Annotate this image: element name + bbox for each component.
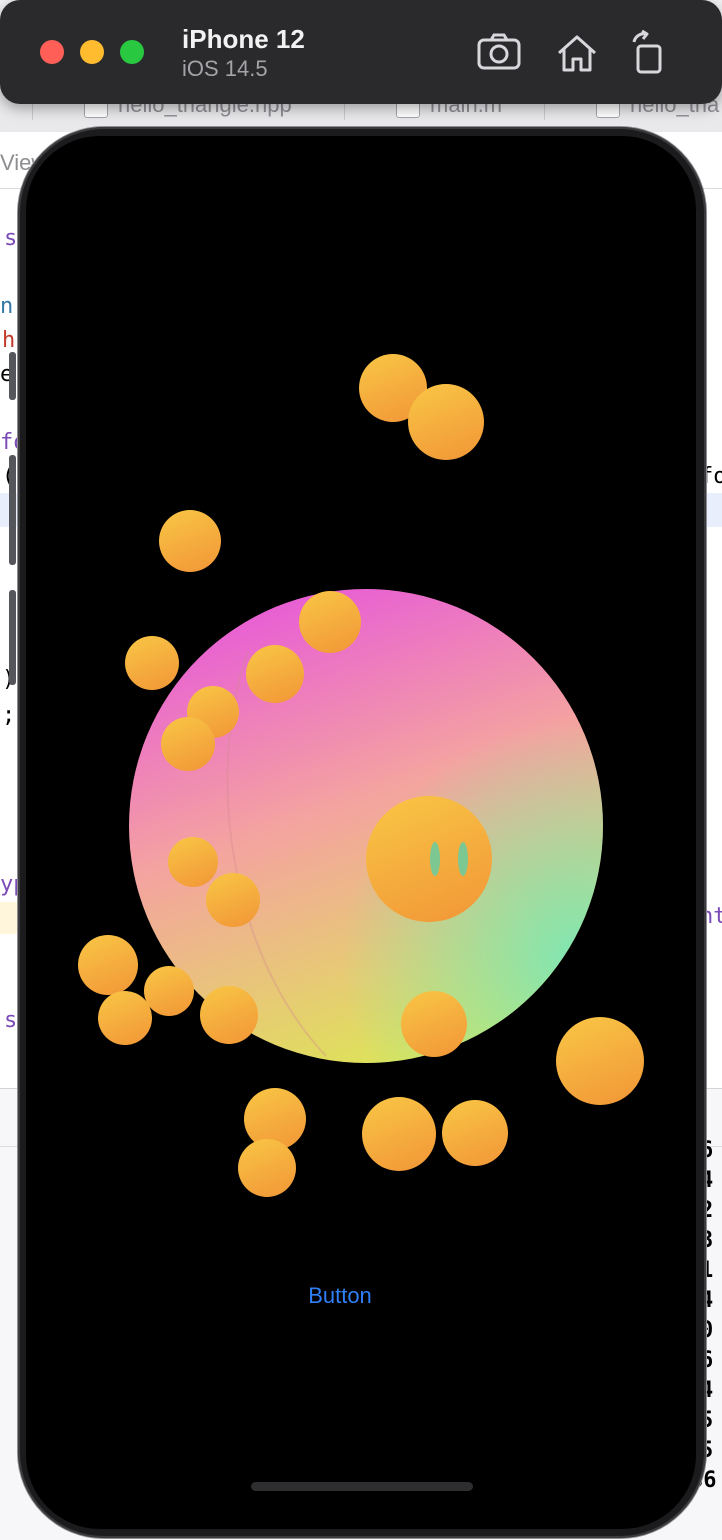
- gutter-marker: [9, 455, 16, 565]
- gutter-marker: [9, 352, 16, 400]
- ball: [238, 1139, 296, 1197]
- ball: [98, 991, 152, 1045]
- code-fragment: s: [4, 1008, 18, 1033]
- home-icon[interactable]: [554, 30, 600, 76]
- metal-render-view[interactable]: [26, 136, 696, 1529]
- close-window-button[interactable]: [40, 40, 64, 64]
- ball: [556, 1017, 644, 1105]
- eye: [458, 842, 468, 876]
- device-name: iPhone 12: [182, 24, 305, 54]
- gutter-marker: [9, 590, 16, 685]
- ball: [78, 935, 138, 995]
- app-screen[interactable]: Button: [26, 136, 696, 1529]
- ball: [206, 873, 260, 927]
- ball: [299, 591, 361, 653]
- ball: [168, 837, 218, 887]
- eye: [430, 842, 440, 876]
- ball: [408, 384, 484, 460]
- code-fragment: s: [4, 226, 18, 251]
- simulator-title-bar[interactable]: iPhone 12 iOS 14.5: [0, 0, 722, 104]
- ball: [200, 986, 258, 1044]
- face-ball: [366, 796, 492, 922]
- camera-icon[interactable]: [476, 30, 522, 76]
- os-version: iOS 14.5: [182, 56, 268, 81]
- ball: [442, 1100, 508, 1166]
- ball: [125, 636, 179, 690]
- app-button[interactable]: Button: [290, 1278, 390, 1314]
- ball: [144, 966, 194, 1016]
- ball: [401, 991, 467, 1057]
- line-highlight: [0, 902, 20, 934]
- code-fragment: h: [2, 328, 16, 353]
- ball: [159, 510, 221, 572]
- large-sphere: [129, 589, 603, 1063]
- home-indicator[interactable]: [251, 1482, 473, 1491]
- rotate-icon[interactable]: [626, 30, 672, 76]
- code-fragment: n: [0, 294, 14, 319]
- ball: [362, 1097, 436, 1171]
- ball: [161, 717, 215, 771]
- zoom-window-button[interactable]: [120, 40, 144, 64]
- code-fragment: ;: [2, 703, 16, 728]
- minimize-window-button[interactable]: [80, 40, 104, 64]
- ball: [246, 645, 304, 703]
